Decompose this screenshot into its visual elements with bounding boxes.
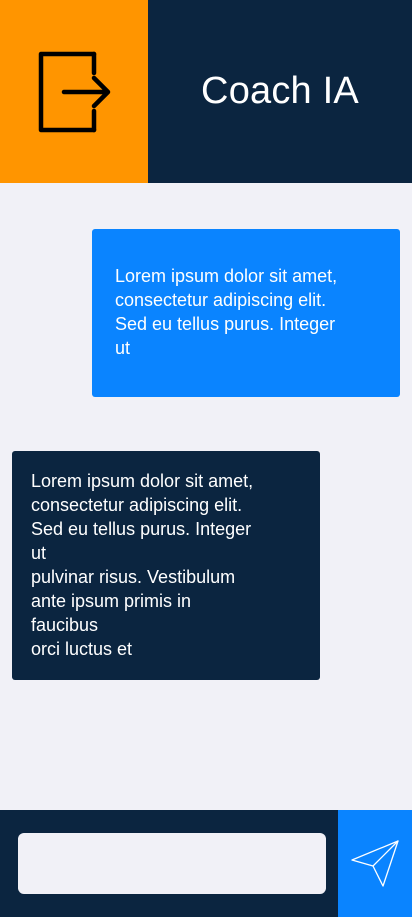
message-input[interactable]: [18, 833, 326, 894]
send-icon: [349, 838, 401, 890]
message-composer: [0, 810, 412, 917]
app-header: Coach IA: [0, 0, 412, 183]
user-message-bubble: Lorem ipsum dolor sit amet, consectetur …: [92, 229, 400, 397]
logout-icon: [34, 47, 114, 137]
logout-button[interactable]: [0, 0, 148, 183]
page-title: Coach IA: [201, 70, 359, 112]
send-button[interactable]: [338, 810, 412, 917]
chat-thread: Lorem ipsum dolor sit amet, consectetur …: [0, 183, 412, 810]
assistant-message-bubble: Lorem ipsum dolor sit amet, consectetur …: [12, 451, 320, 680]
